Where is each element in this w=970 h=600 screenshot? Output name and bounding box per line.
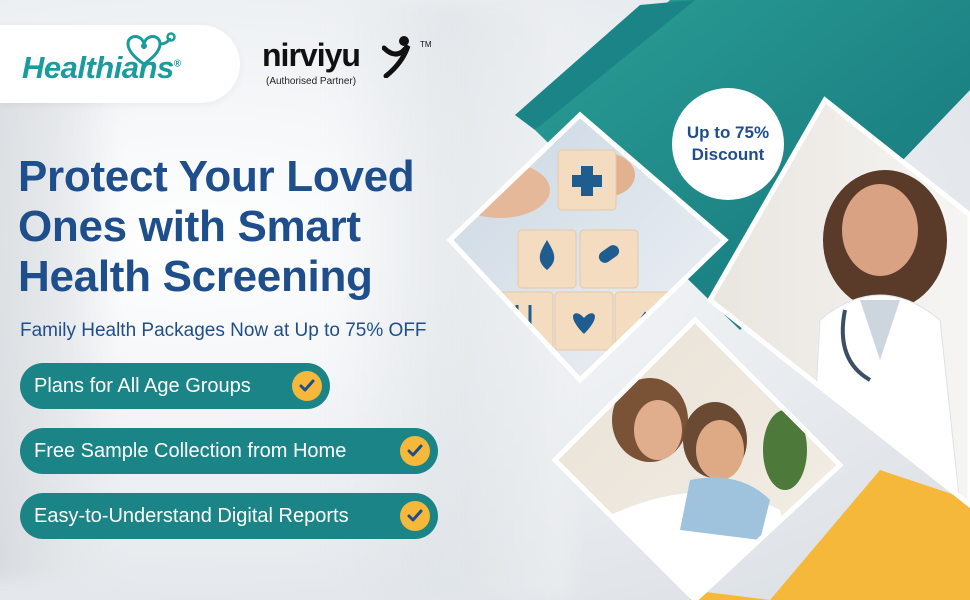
partner-figure-icon [382,36,411,78]
feature-label: Free Sample Collection from Home [34,439,347,462]
feature-label: Plans for All Age Groups [34,374,251,397]
discount-badge: Up to 75% Discount [672,88,784,200]
feature-label: Easy-to-Understand Digital Reports [34,504,349,527]
title-line: Health Screening [18,252,373,301]
partner-name: nirviyu [262,37,361,73]
feature-pill[interactable]: Easy-to-Understand Digital Reports [20,493,438,539]
heart-stethoscope-icon [126,32,176,66]
title-line: Protect Your Loved [18,152,415,201]
feature-pill[interactable]: Free Sample Collection from Home [20,428,438,474]
partner-subtitle: (Authorised Partner) [266,76,357,87]
badge-line: Discount [691,145,765,164]
partner-trademark: TM [420,40,432,49]
feature-pill[interactable]: Plans for All Age Groups [20,363,330,409]
check-icon [292,371,322,401]
image-collage [446,0,970,600]
check-icon [400,436,430,466]
badge-line: Up to 75% [686,123,770,142]
page-title: Protect Your Loved Ones with Smart Healt… [18,152,488,302]
subtitle: Family Health Packages Now at Up to 75% … [20,320,427,341]
check-icon [400,501,430,531]
partner-logo[interactable]: nirviyu TM (Authorised Partner) [262,37,432,87]
title-line: Ones with Smart [18,202,361,251]
